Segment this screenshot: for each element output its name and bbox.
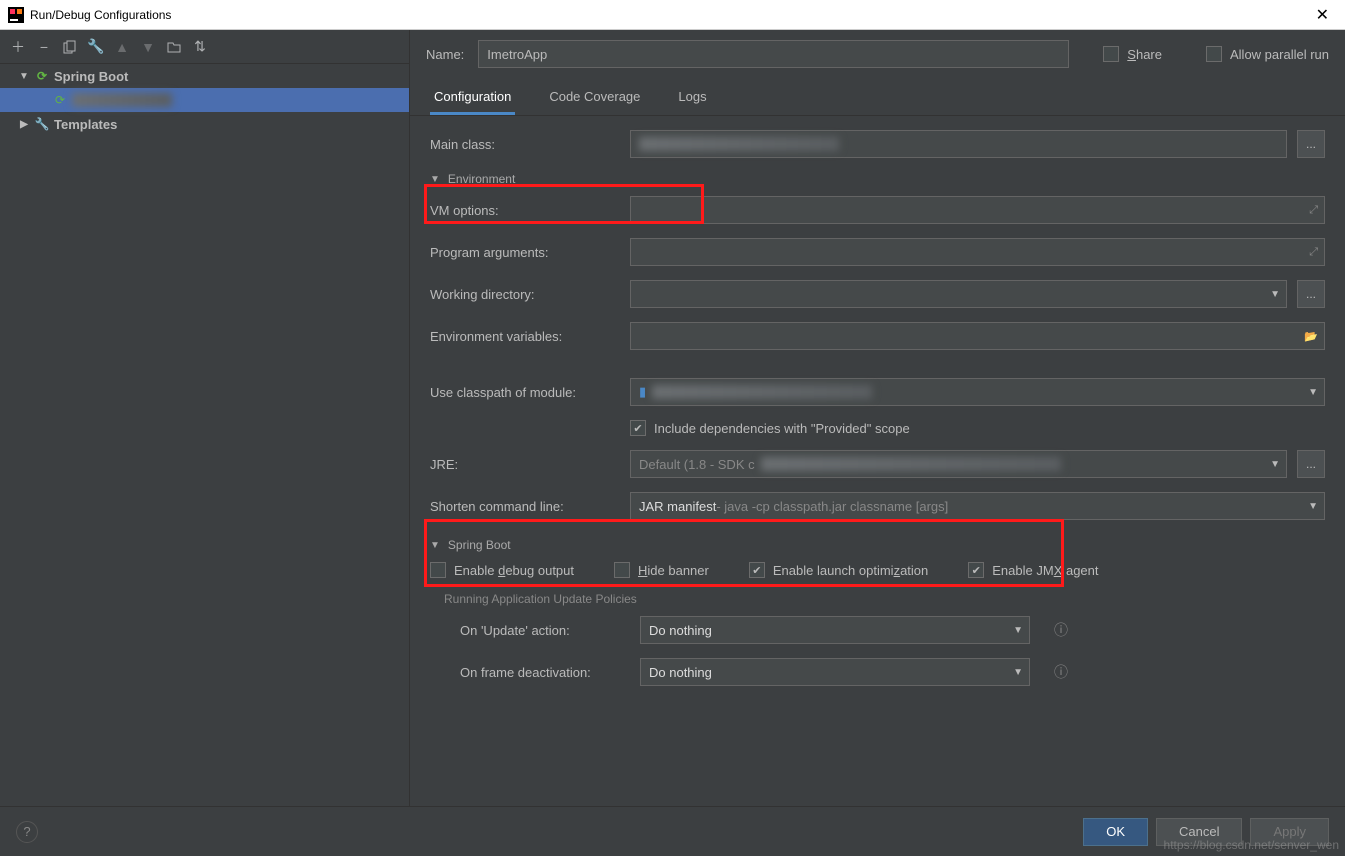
remove-button[interactable]: − [36,39,52,55]
name-label: Name: [426,47,464,62]
tree-label: Templates [54,117,117,132]
expand-icon[interactable]: ⤢ [1309,246,1318,259]
footer: ? OK Cancel Apply [0,806,1345,856]
app-icon [8,7,24,23]
main-class-label: Main class: [430,137,620,152]
copy-button[interactable] [62,39,78,55]
expand-icon[interactable]: ⤢ [1309,204,1318,217]
spring-boot-icon: ⟳ [34,68,50,84]
sort-button[interactable]: ⇅ [192,39,208,55]
spring-boot-section-header[interactable]: ▼ Spring Boot [430,538,1325,552]
environment-section-header[interactable]: ▼ Environment [430,172,1325,186]
tree-node-selected-config[interactable]: ⟳ [0,88,409,112]
hide-banner-checkbox[interactable]: Hide banner [614,562,709,578]
ok-button[interactable]: OK [1083,818,1148,846]
content-panel: Name: SSharehare Allow parallel run Conf… [410,30,1345,806]
chevron-down-icon[interactable]: ▼ [1308,501,1318,512]
chevron-down-icon[interactable]: ▼ [1013,625,1023,636]
name-input[interactable] [478,40,1069,68]
spring-boot-icon: ⟳ [52,92,68,108]
enable-launch-opt-checkbox[interactable]: Enable launch optimization [749,562,928,578]
module-icon: ▮ [639,384,646,400]
collapse-arrow-icon: ▼ [430,174,440,185]
expand-arrow-icon: ▼ [18,71,30,82]
working-directory-input[interactable]: ▼ [630,280,1287,308]
watermark: https://blog.csdn.net/senver_wen [1164,838,1339,852]
vm-options-label: VM options: [430,203,620,218]
configuration-form: Main class: ... ▼ Environment VM options… [410,116,1345,806]
help-icon[interactable]: ⓘ [1054,620,1068,640]
enable-debug-checkbox[interactable]: Enable debug output [430,562,574,578]
tabs: Configuration Code Coverage Logs [410,78,1345,116]
tab-code-coverage[interactable]: Code Coverage [545,81,644,115]
close-icon[interactable]: ✕ [1308,5,1337,25]
chevron-down-icon[interactable]: ▼ [1013,667,1023,678]
window-title: Run/Debug Configurations [30,8,1308,22]
main-class-input[interactable] [630,130,1287,158]
shorten-cmd-select[interactable]: JAR manifest - java -cp classpath.jar cl… [630,492,1325,520]
move-up-button[interactable]: ▲ [114,39,130,55]
browse-jre-button[interactable]: ... [1297,450,1325,478]
tab-configuration[interactable]: Configuration [430,81,515,115]
expand-arrow-icon: ▶ [18,119,30,130]
env-vars-input[interactable]: 📂 [630,322,1325,350]
tree-node-templates[interactable]: ▶ 🔧 Templates [0,112,409,136]
title-bar: Run/Debug Configurations ✕ [0,0,1345,30]
browse-working-dir-button[interactable]: ... [1297,280,1325,308]
include-provided-checkbox[interactable]: Include dependencies with "Provided" sco… [630,420,910,436]
share-checkbox[interactable]: SSharehare [1103,46,1162,62]
folder-icon[interactable]: 📂 [1304,330,1318,343]
enable-jmx-checkbox[interactable]: Enable JMX agent [968,562,1098,578]
save-folder-button[interactable] [166,39,182,55]
move-down-button[interactable]: ▼ [140,39,156,55]
chevron-down-icon[interactable]: ▼ [1270,459,1280,470]
jre-select[interactable]: Default (1.8 - SDK c▼ [630,450,1287,478]
allow-parallel-checkbox[interactable]: Allow parallel run [1206,46,1329,62]
config-name-redacted [72,93,172,107]
tree-node-spring-boot[interactable]: ▼ ⟳ Spring Boot [0,64,409,88]
vm-options-input[interactable]: ⤢ [630,196,1325,224]
browse-main-class-button[interactable]: ... [1297,130,1325,158]
use-classpath-label: Use classpath of module: [430,385,620,400]
sidebar: ＋ − 🔧 ▲ ▼ ⇅ ▼ ⟳ Spring Boot ⟳ ▶ 🔧 Templa… [0,30,410,806]
shorten-cmd-label: Shorten command line: [430,499,620,514]
help-icon[interactable]: ⓘ [1054,662,1068,682]
collapse-arrow-icon: ▼ [430,540,440,551]
on-frame-select[interactable]: Do nothing▼ [640,658,1030,686]
edit-defaults-button[interactable]: 🔧 [88,39,104,55]
on-update-select[interactable]: Do nothing▼ [640,616,1030,644]
jre-label: JRE: [430,457,620,472]
program-arguments-input[interactable]: ⤢ [630,238,1325,266]
chevron-down-icon[interactable]: ▼ [1308,387,1318,398]
chevron-down-icon[interactable]: ▼ [1270,289,1280,300]
use-classpath-select[interactable]: ▮▼ [630,378,1325,406]
env-vars-label: Environment variables: [430,329,620,344]
add-button[interactable]: ＋ [10,39,26,55]
tree-label: Spring Boot [54,69,128,84]
on-update-label: On 'Update' action: [460,623,630,638]
on-frame-label: On frame deactivation: [460,665,630,680]
running-policies-header: Running Application Update Policies [444,592,1325,606]
working-directory-label: Working directory: [430,287,620,302]
tab-logs[interactable]: Logs [674,81,710,115]
help-button[interactable]: ? [16,821,38,843]
wrench-icon: 🔧 [34,116,50,132]
sidebar-toolbar: ＋ − 🔧 ▲ ▼ ⇅ [0,30,409,64]
program-arguments-label: Program arguments: [430,245,620,260]
config-tree[interactable]: ▼ ⟳ Spring Boot ⟳ ▶ 🔧 Templates [0,64,409,806]
